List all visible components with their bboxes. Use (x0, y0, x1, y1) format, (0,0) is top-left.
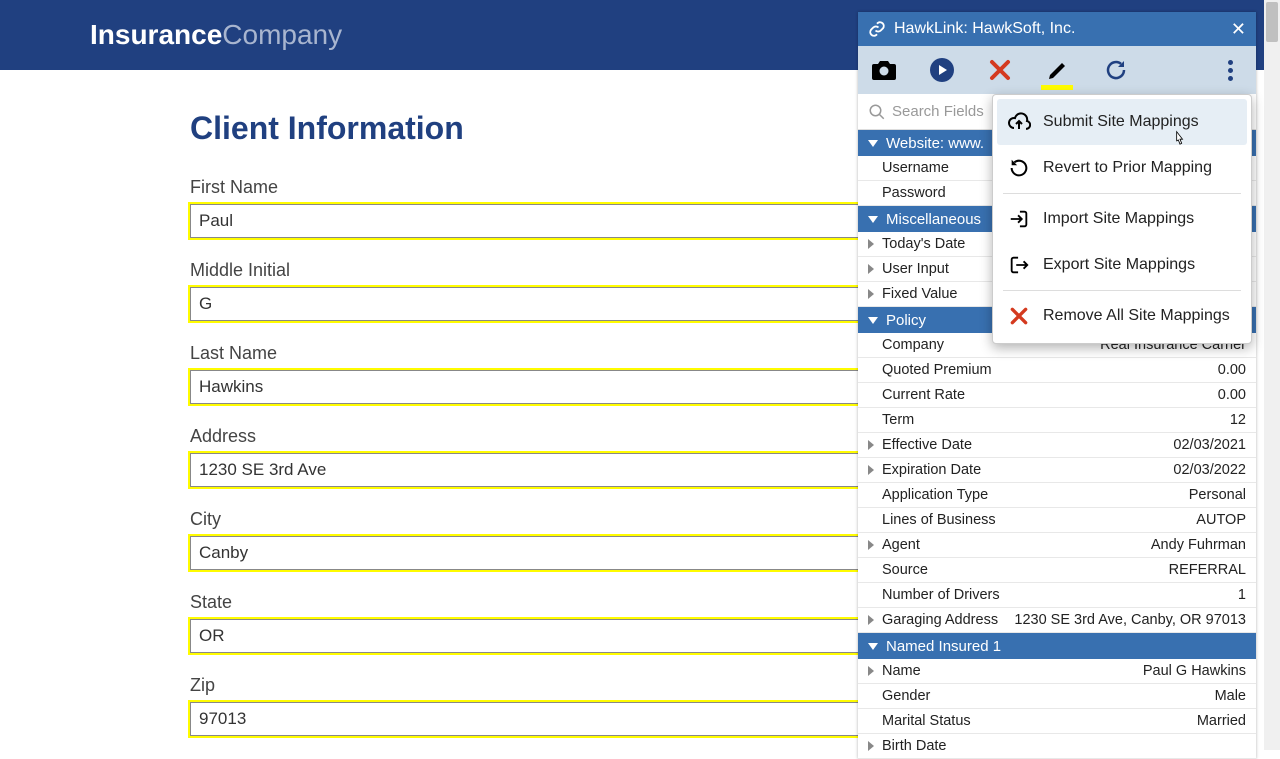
row-current-rate[interactable]: Current Rate0.00 (858, 383, 1256, 408)
row-term[interactable]: Term12 (858, 408, 1256, 433)
search-icon (868, 103, 886, 121)
row-birth-date[interactable]: Birth Date (858, 734, 1256, 759)
row-lines-of-business[interactable]: Lines of BusinessAUTOP (858, 508, 1256, 533)
row-source[interactable]: SourceREFERRAL (858, 558, 1256, 583)
row-agent[interactable]: AgentAndy Fuhrman (858, 533, 1256, 558)
logo: InsuranceCompany (90, 19, 342, 51)
panel-title-text: HawkLink: HawkSoft, Inc. (894, 20, 1075, 38)
panel-titlebar[interactable]: HawkLink: HawkSoft, Inc. ✕ (858, 12, 1256, 46)
scrollbar-thumb[interactable] (1266, 2, 1278, 42)
more-actions-menu: Submit Site Mappings Revert to Prior Map… (992, 94, 1252, 344)
close-icon[interactable]: ✕ (1231, 19, 1246, 40)
row-expiration-date[interactable]: Expiration Date02/03/2022 (858, 458, 1256, 483)
highlighter-icon[interactable] (1044, 56, 1072, 84)
row-marital-status[interactable]: Marital StatusMarried (858, 709, 1256, 734)
cloud-upload-icon (1007, 110, 1031, 134)
refresh-icon[interactable] (1102, 56, 1130, 84)
row-num-drivers[interactable]: Number of Drivers1 (858, 583, 1256, 608)
import-icon (1007, 207, 1031, 231)
delete-x-icon[interactable] (986, 56, 1014, 84)
scrollbar-track[interactable] (1264, 0, 1280, 750)
panel-toolbar (858, 46, 1256, 94)
export-icon (1007, 253, 1031, 277)
row-garaging-address[interactable]: Garaging Address1230 SE 3rd Ave, Canby, … (858, 608, 1256, 633)
revert-mapping[interactable]: Revert to Prior Mapping (997, 145, 1247, 191)
row-effective-date[interactable]: Effective Date02/03/2021 (858, 433, 1256, 458)
import-site-mappings[interactable]: Import Site Mappings (997, 196, 1247, 242)
kebab-menu-icon[interactable] (1216, 56, 1244, 84)
revert-icon (1007, 156, 1031, 180)
row-name[interactable]: NamePaul G Hawkins (858, 659, 1256, 684)
row-quoted-premium[interactable]: Quoted Premium0.00 (858, 358, 1256, 383)
submit-site-mappings[interactable]: Submit Site Mappings (997, 99, 1247, 145)
camera-icon[interactable] (870, 56, 898, 84)
remove-x-icon (1007, 304, 1031, 328)
link-icon (868, 20, 886, 38)
export-site-mappings[interactable]: Export Site Mappings (997, 242, 1247, 288)
row-application-type[interactable]: Application TypePersonal (858, 483, 1256, 508)
remove-all-mappings[interactable]: Remove All Site Mappings (997, 293, 1247, 339)
section-named-insured-1[interactable]: Named Insured 1 (858, 633, 1256, 659)
play-icon[interactable] (928, 56, 956, 84)
row-gender[interactable]: GenderMale (858, 684, 1256, 709)
